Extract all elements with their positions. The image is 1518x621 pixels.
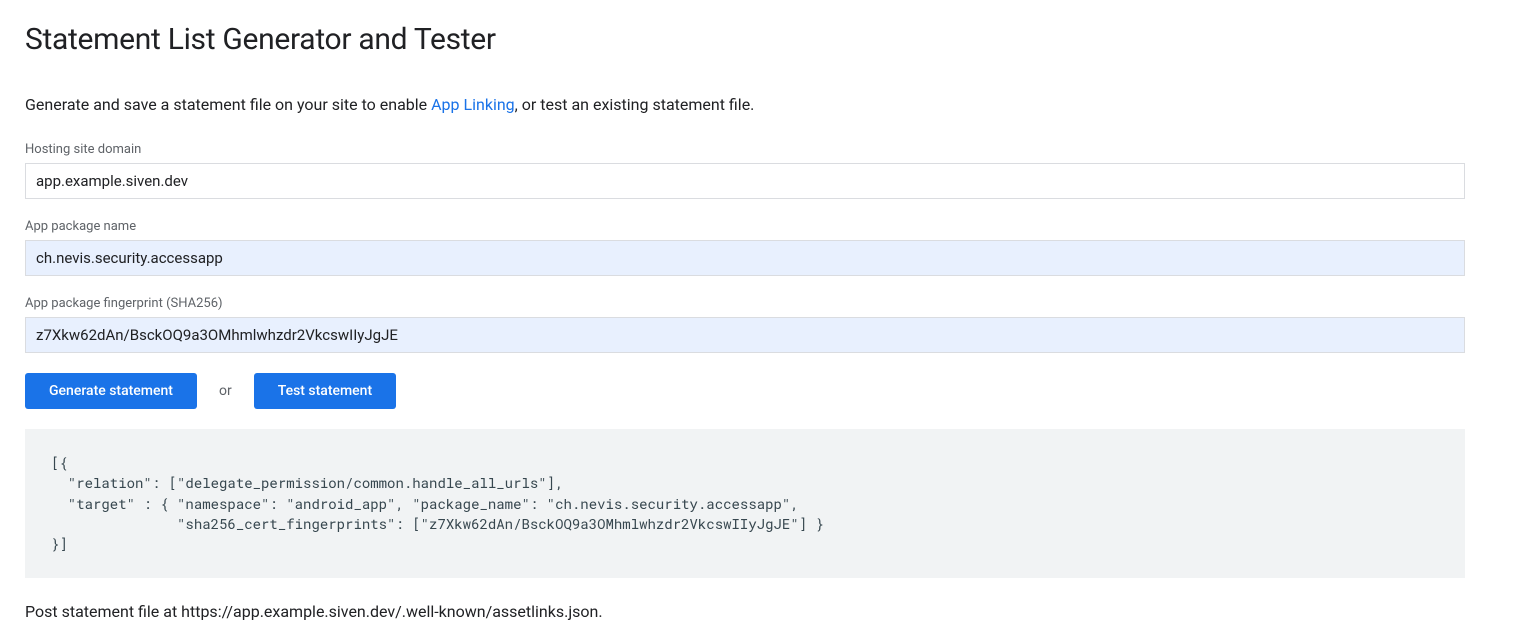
fingerprint-label: App package fingerprint (SHA256)	[25, 296, 1493, 311]
generate-statement-button[interactable]: Generate statement	[25, 373, 197, 409]
button-row: Generate statement or Test statement	[25, 373, 1493, 409]
package-name-label: App package name	[25, 219, 1493, 234]
post-statement-note: Post statement file at https://app.examp…	[25, 602, 1493, 621]
package-name-input[interactable]	[25, 240, 1465, 276]
hosting-domain-label: Hosting site domain	[25, 142, 1493, 157]
intro-text: Generate and save a statement file on yo…	[25, 95, 1493, 114]
hosting-domain-input[interactable]	[25, 163, 1465, 199]
statement-output: [{ "relation": ["delegate_permission/com…	[25, 429, 1465, 578]
intro-after: , or test an existing statement file.	[515, 95, 755, 114]
page-title: Statement List Generator and Tester	[25, 22, 1493, 57]
intro-before: Generate and save a statement file on yo…	[25, 95, 431, 114]
package-name-group: App package name	[25, 219, 1493, 276]
fingerprint-input[interactable]	[25, 317, 1465, 353]
app-linking-link[interactable]: App Linking	[431, 95, 515, 114]
or-text: or	[219, 383, 232, 399]
test-statement-button[interactable]: Test statement	[254, 373, 396, 409]
hosting-domain-group: Hosting site domain	[25, 142, 1493, 199]
fingerprint-group: App package fingerprint (SHA256)	[25, 296, 1493, 353]
